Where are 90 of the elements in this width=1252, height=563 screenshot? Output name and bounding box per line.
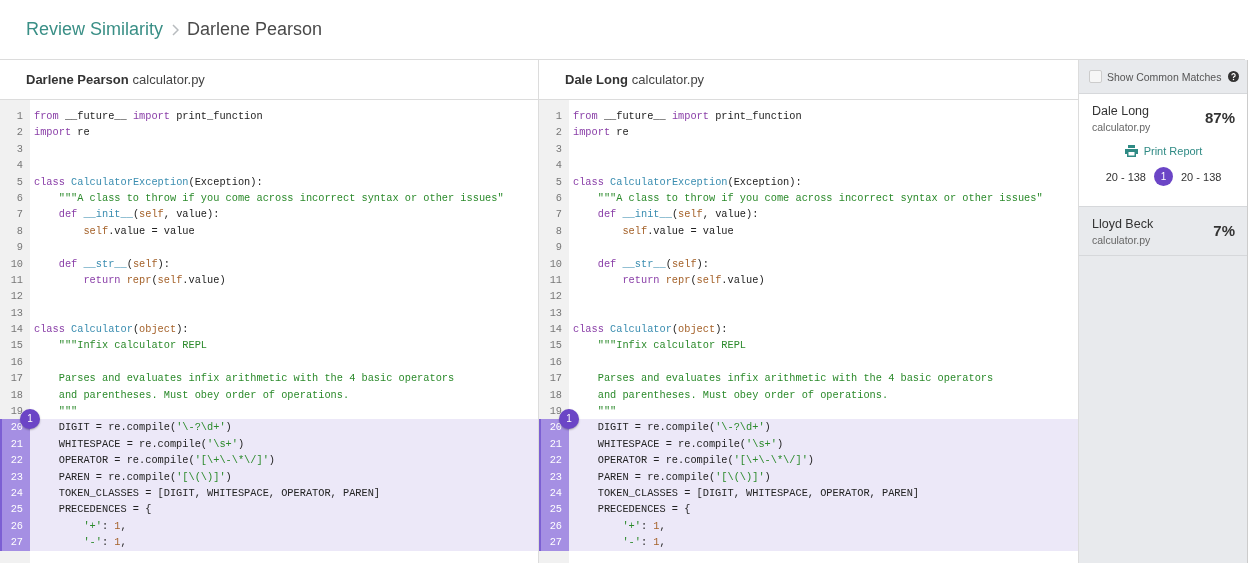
code-line: import re [572,125,630,141]
file-name: calculator.py [1092,121,1151,133]
code-line: class Calculator(object): [572,322,729,338]
line-number: 18 [9,387,24,403]
student-name: Dale Long [565,72,628,87]
line-number: 13 [548,305,563,321]
code-line: and parentheses. Must obey order of operations. [596,387,890,403]
line-number: 9 [15,240,24,256]
file-name: calculator.py [1092,234,1152,246]
chevron-icon [171,23,180,36]
line-number: 8 [15,223,24,239]
line-number: 1 [15,109,24,124]
code-line: return repr(self.value) [621,272,766,288]
line-number: 22 [539,452,569,469]
line-number: 11 [9,272,24,288]
code-line: """A class to throw if you come across incorrect syntax or other issues" [57,190,505,206]
print-report-link[interactable]: Print Report [1124,145,1203,157]
line-number: 5 [554,174,563,190]
line-number: 5 [15,174,24,190]
line-number: 3 [554,141,563,157]
line-range: 20 - 138 [1181,170,1222,183]
student-name: Darlene Pearson [26,72,129,87]
code-line: """A class to throw if you come across incorrect syntax or other issues" [596,190,1044,206]
code-line: import re [33,125,91,141]
code-line: class CalculatorException(Exception): [572,174,803,190]
code-line: return repr(self.value) [82,272,227,288]
line-number: 1 [554,109,563,124]
line-number: 12 [9,289,24,305]
line-number: 17 [9,371,24,387]
line-number: 7 [15,207,24,223]
line-number: 10 [9,256,24,272]
line-number: 14 [9,322,24,338]
line-number: 25 [539,501,569,518]
line-number: 8 [554,223,563,239]
checkbox[interactable] [1089,70,1102,83]
similarity-percent: 7% [1213,222,1235,239]
code-line: """Infix calculator REPL [596,338,748,354]
line-number: 15 [9,338,24,354]
line-number: 4 [15,158,24,174]
code-line: class CalculatorException(Exception): [33,174,264,190]
line-number: 10 [548,256,563,272]
line-number: 15 [548,338,563,354]
line-number: 2 [15,125,24,141]
code-line: def __str__(self): [57,256,171,272]
code-line: Parses and evaluates infix arithmetic with the 4 basic operators [57,371,456,387]
page-title: Darlene Pearson [187,19,323,40]
line-number: 7 [554,207,563,223]
code-line: """ [57,404,79,420]
line-number: 22 [0,452,30,469]
breadcrumb-link[interactable]: Review Similarity [26,19,164,40]
match-badge[interactable]: 1 [1154,167,1173,186]
student-name: Dale Long [1092,104,1150,118]
line-number: 3 [15,141,24,157]
line-number: 13 [9,305,24,321]
code-line: self.value = value [82,223,196,239]
checkbox-label: Show Common Matches [1107,70,1223,83]
line-number: 4 [554,158,563,174]
line-number: 18 [548,387,563,403]
code-line: class Calculator(object): [33,322,190,338]
code-line: """Infix calculator REPL [57,338,209,354]
line-number: 17 [548,371,563,387]
code-line: from __future__ import print_function [33,109,264,124]
line-number: 25 [0,501,30,518]
code-line: def __str__(self): [596,256,710,272]
line-number: 16 [548,354,563,370]
file-name: calculator.py [132,72,205,87]
student-name: Lloyd Beck [1092,217,1154,231]
line-number: 14 [548,322,563,338]
line-number: 9 [554,240,563,256]
line-number: 11 [548,272,563,288]
code-line: self.value = value [621,223,735,239]
line-number: 12 [548,289,563,305]
code-line: Parses and evaluates infix arithmetic with the 4 basic operators [596,371,995,387]
code-line: def __init__(self, value): [57,207,221,223]
code-line: from __future__ import print_function [572,109,803,124]
line-number: 6 [554,190,563,206]
code-line: and parentheses. Must obey order of operations. [57,387,351,403]
match-card[interactable]: Dale Long calculator.py 87% Print Report 20 - 138 1 20 - 138 [1079,94,1247,207]
printer-icon [1124,145,1138,157]
code-line: def __init__(self, value): [596,207,760,223]
similarity-percent: 87% [1204,109,1235,126]
line-number: 2 [554,125,563,141]
help-icon[interactable] [1228,71,1239,82]
code-line: """ [596,404,618,420]
line-range: 20 - 138 [1105,170,1146,183]
line-number: 27 [539,534,569,551]
file-name: calculator.py [631,72,705,87]
line-number: 6 [15,190,24,206]
line-number: 16 [9,354,24,370]
line-number: 27 [0,534,30,551]
